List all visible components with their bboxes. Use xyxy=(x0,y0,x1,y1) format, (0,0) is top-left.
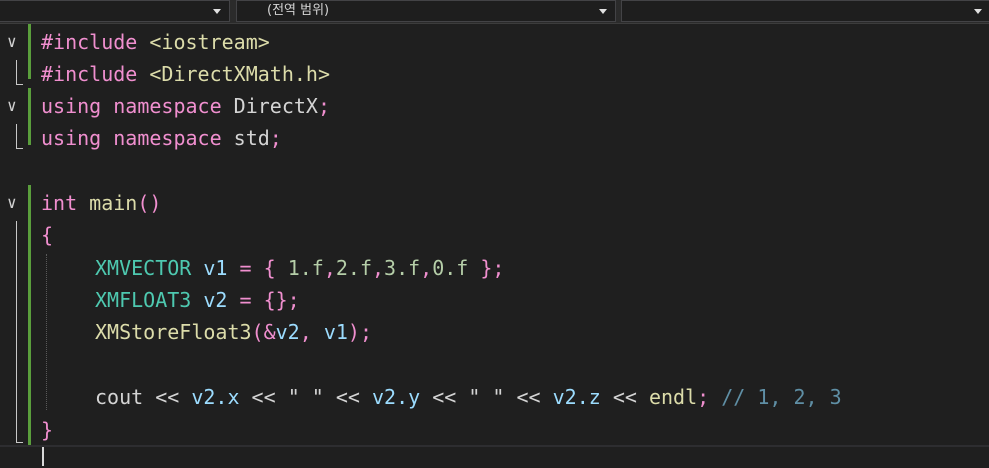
function-name: main xyxy=(89,191,138,215)
code-editor[interactable]: ∨ ∨ ∨ #include <iostream> #include <Dire… xyxy=(0,24,989,468)
change-indicator xyxy=(28,88,31,145)
scope-dropdown[interactable]: (전역 범위) xyxy=(236,0,616,22)
current-line-highlight xyxy=(0,445,989,447)
argument: v2 xyxy=(275,320,300,344)
argument: v1 xyxy=(323,320,348,344)
type-name: XMVECTOR xyxy=(95,256,192,280)
include-path: <DirectXMath.h> xyxy=(149,62,330,86)
number-literal: 2.f xyxy=(335,256,372,280)
keyword: using namespace xyxy=(41,126,222,150)
code-line-6[interactable]: int main() xyxy=(41,187,161,219)
number-literal: 1.f xyxy=(287,256,324,280)
code-line-7[interactable]: { xyxy=(41,219,53,251)
code-line-12[interactable]: cout << v2.x << " " << v2.y << " " << v2… xyxy=(41,381,842,413)
code-line-10[interactable]: XMStoreFloat3(&v2, v1); xyxy=(41,316,372,348)
code-line-9[interactable]: XMFLOAT3 v2 = {}; xyxy=(41,284,300,316)
semicolon: ; xyxy=(317,94,331,118)
code-line-13[interactable]: } xyxy=(41,414,53,446)
comment: // 1, 2, 3 xyxy=(709,385,842,409)
chevron-down-icon xyxy=(213,9,221,14)
string-literal: " " xyxy=(287,385,324,409)
preprocessor-directive: #include xyxy=(41,62,138,86)
variable-name: v1 xyxy=(203,256,228,280)
fold-collapse-icon[interactable]: ∨ xyxy=(7,195,17,211)
fold-range-end xyxy=(16,84,23,85)
stream-operator: << xyxy=(600,385,649,409)
chevron-down-icon xyxy=(974,9,982,14)
cout-identifier: cout xyxy=(95,385,144,409)
stream-operator: << xyxy=(239,385,288,409)
stream-operator: << xyxy=(504,385,553,409)
change-indicator xyxy=(28,185,31,445)
fold-range-line xyxy=(16,124,17,148)
semicolon: ; xyxy=(697,385,710,409)
fold-range-end xyxy=(16,442,23,443)
navigation-bar: (전역 범위) xyxy=(0,0,989,24)
number-literal: 0.f xyxy=(432,256,469,280)
namespace-name: std xyxy=(233,126,270,150)
chevron-down-icon xyxy=(599,9,607,14)
project-dropdown[interactable] xyxy=(0,0,230,22)
variable-name: v2 xyxy=(203,288,228,312)
member-access: v2.x xyxy=(191,385,240,409)
semicolon: ; xyxy=(269,126,282,150)
keyword: using namespace xyxy=(41,94,222,118)
function-name: XMStoreFloat3 xyxy=(95,320,252,344)
scope-dropdown-value: (전역 범위) xyxy=(267,3,330,18)
fold-range-line xyxy=(16,60,17,84)
fold-range-line xyxy=(16,221,17,442)
separator: , xyxy=(299,320,324,344)
text-cursor xyxy=(42,447,44,466)
change-indicator xyxy=(28,24,31,79)
open-brace: { xyxy=(263,256,276,280)
stream-operator: << xyxy=(420,385,469,409)
stream-operator: << xyxy=(143,385,192,409)
keyword: int xyxy=(41,191,78,215)
number-literal: 3.f xyxy=(384,256,421,280)
code-line-4[interactable]: using namespace std; xyxy=(41,122,282,154)
code-line-2[interactable]: #include <DirectXMath.h> xyxy=(41,58,330,90)
fold-collapse-icon[interactable]: ∨ xyxy=(7,98,17,114)
initializer: {}; xyxy=(263,288,300,312)
member-access: v2.z xyxy=(552,385,601,409)
parentheses: () xyxy=(137,191,162,215)
preprocessor-directive: #include xyxy=(41,30,138,54)
type-name: XMFLOAT3 xyxy=(95,288,192,312)
code-line-8[interactable]: XMVECTOR v1 = { 1.f,2.f,3.f,0.f }; xyxy=(41,252,504,284)
namespace-name: DirectX xyxy=(233,94,318,118)
assign-operator: = xyxy=(227,288,264,312)
string-literal: " " xyxy=(468,385,505,409)
endl-identifier: endl xyxy=(648,385,698,409)
member-dropdown[interactable] xyxy=(621,0,989,22)
member-access: v2.y xyxy=(371,385,421,409)
assign-operator: = xyxy=(227,256,264,280)
stream-operator: << xyxy=(323,385,372,409)
fold-collapse-icon[interactable]: ∨ xyxy=(7,34,17,50)
code-line-1[interactable]: #include <iostream> xyxy=(41,26,270,58)
close-brace: } xyxy=(41,418,54,442)
code-line-3[interactable]: using namespace DirectX; xyxy=(41,90,330,122)
close-paren: ); xyxy=(347,320,373,344)
include-path: <iostream> xyxy=(149,30,270,54)
close-brace: }; xyxy=(480,256,505,280)
fold-range-end xyxy=(16,148,23,149)
open-paren: (& xyxy=(251,320,276,344)
open-brace: { xyxy=(41,223,54,247)
